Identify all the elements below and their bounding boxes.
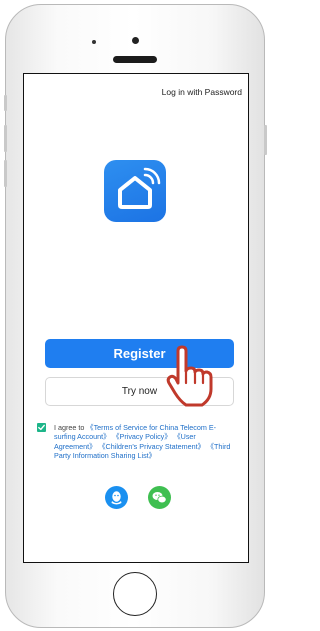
agreement-prefix: I agree to — [54, 423, 87, 432]
power-button — [264, 125, 267, 155]
home-button[interactable] — [113, 572, 157, 616]
qq-icon[interactable] — [105, 486, 128, 509]
proximity-sensor — [92, 40, 96, 44]
smart-home-icon — [104, 160, 166, 222]
agreement-section: I agree to 《Terms of Service for China T… — [37, 423, 237, 461]
volume-down-button — [4, 160, 7, 187]
mute-switch — [4, 95, 7, 111]
pointing-hand-icon — [164, 345, 218, 409]
privacy-policy-link[interactable]: 《Privacy Policy》 — [112, 432, 171, 441]
agreement-text: I agree to 《Terms of Service for China T… — [54, 423, 237, 461]
app-screen: Log in with Password Register Try now I … — [23, 73, 249, 563]
earpiece-speaker — [113, 56, 157, 63]
wechat-icon[interactable] — [148, 486, 171, 509]
login-with-password-link[interactable]: Log in with Password — [162, 87, 242, 97]
childrens-privacy-link[interactable]: 《Children's Privacy Statement》 — [98, 442, 204, 451]
volume-up-button — [4, 125, 7, 152]
front-camera — [132, 37, 139, 44]
agree-checkbox[interactable] — [37, 423, 46, 432]
